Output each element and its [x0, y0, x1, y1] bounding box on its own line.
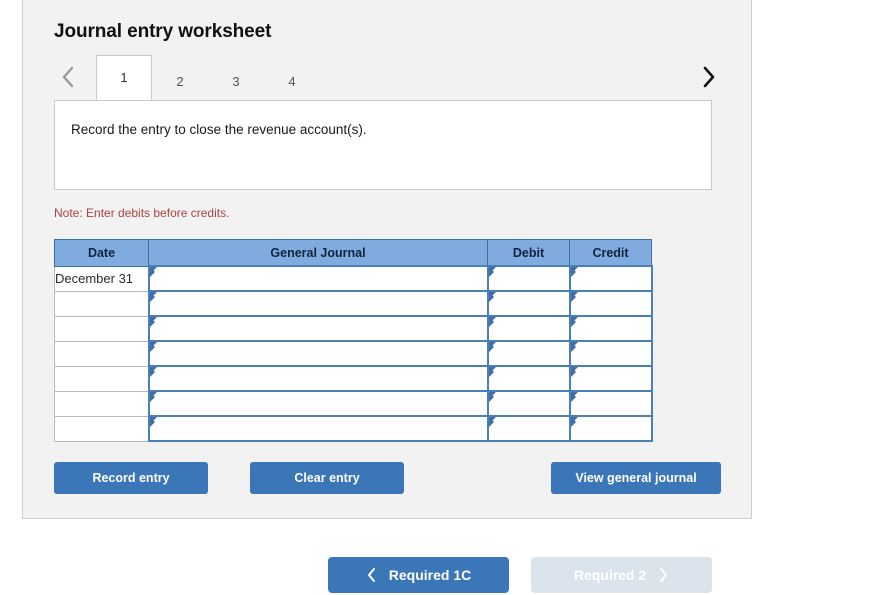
required-2-button[interactable]: Required 2 — [531, 557, 712, 593]
general-journal-input[interactable] — [147, 340, 489, 367]
entry-note: Note: Enter debits before credits. — [54, 206, 230, 220]
column-header-general-journal: General Journal — [148, 239, 488, 267]
dropdown-marker-icon — [570, 392, 578, 402]
worksheet-tab-2-label: 2 — [176, 74, 184, 89]
dropdown-marker-icon — [149, 417, 157, 427]
date-cell[interactable] — [54, 365, 149, 392]
debit-input[interactable] — [486, 265, 571, 292]
date-cell[interactable] — [54, 315, 149, 342]
date-cell[interactable] — [54, 390, 149, 417]
date-cell[interactable] — [54, 290, 149, 317]
tab-next-button[interactable] — [694, 62, 722, 92]
chevron-right-icon — [658, 567, 669, 583]
column-header-date: Date — [54, 239, 149, 267]
table-header-row: Date General Journal Debit Credit — [54, 239, 652, 267]
table-row — [54, 315, 653, 342]
chevron-right-icon — [701, 65, 716, 89]
credit-input[interactable] — [568, 315, 653, 342]
dropdown-marker-icon — [570, 342, 578, 352]
dropdown-marker-icon — [149, 392, 157, 402]
column-header-credit: Credit — [569, 239, 652, 267]
dropdown-marker-icon — [488, 267, 496, 277]
worksheet-tab-1-label: 1 — [120, 70, 128, 85]
dropdown-marker-icon — [488, 342, 496, 352]
required-2-label: Required 2 — [573, 567, 647, 583]
dropdown-marker-icon — [488, 367, 496, 377]
worksheet-tab-3[interactable]: 3 — [208, 62, 264, 100]
chevron-left-icon — [366, 567, 377, 583]
worksheet-tab-1[interactable]: 1 — [96, 55, 152, 100]
debit-input[interactable] — [486, 315, 571, 342]
credit-input[interactable] — [568, 415, 653, 442]
dropdown-marker-icon — [570, 417, 578, 427]
dropdown-marker-icon — [149, 267, 157, 277]
general-journal-input[interactable] — [147, 390, 489, 417]
general-journal-input[interactable] — [147, 290, 489, 317]
dropdown-marker-icon — [570, 292, 578, 302]
table-row — [54, 290, 653, 317]
credit-input[interactable] — [568, 265, 653, 292]
dropdown-marker-icon — [149, 342, 157, 352]
entry-description-box: Record the entry to close the revenue ac… — [54, 100, 712, 190]
credit-input[interactable] — [568, 290, 653, 317]
credit-input[interactable] — [568, 390, 653, 417]
view-general-journal-button[interactable]: View general journal — [551, 462, 721, 494]
table-row — [54, 415, 653, 442]
required-1c-button[interactable]: Required 1C — [328, 557, 509, 593]
dropdown-marker-icon — [149, 367, 157, 377]
table-row: December 31 — [54, 265, 653, 292]
dropdown-marker-icon — [488, 292, 496, 302]
table-row — [54, 365, 653, 392]
credit-input[interactable] — [568, 365, 653, 392]
entry-description-text: Record the entry to close the revenue ac… — [71, 122, 367, 137]
general-journal-input[interactable] — [147, 315, 489, 342]
dropdown-marker-icon — [149, 317, 157, 327]
debit-input[interactable] — [486, 415, 571, 442]
table-row — [54, 340, 653, 367]
general-journal-input[interactable] — [147, 265, 489, 292]
date-cell[interactable] — [54, 340, 149, 367]
worksheet-tab-3-label: 3 — [232, 74, 240, 89]
date-cell[interactable]: December 31 — [54, 265, 149, 292]
worksheet-tab-4-label: 4 — [288, 74, 296, 89]
clear-entry-button[interactable]: Clear entry — [250, 462, 404, 494]
dropdown-marker-icon — [570, 267, 578, 277]
journal-entry-table: Date General Journal Debit Credit Decemb… — [54, 239, 653, 442]
credit-input[interactable] — [568, 340, 653, 367]
worksheet-tab-list: 1 2 3 4 — [96, 55, 320, 100]
dropdown-marker-icon — [570, 367, 578, 377]
date-cell[interactable] — [54, 415, 149, 442]
worksheet-tab-2[interactable]: 2 — [152, 62, 208, 100]
debit-input[interactable] — [486, 365, 571, 392]
debit-input[interactable] — [486, 390, 571, 417]
general-journal-input[interactable] — [147, 365, 489, 392]
general-journal-input[interactable] — [147, 415, 489, 442]
chevron-left-icon — [61, 65, 76, 89]
table-row — [54, 390, 653, 417]
tab-prev-button[interactable] — [54, 62, 82, 92]
debit-input[interactable] — [486, 340, 571, 367]
journal-entry-worksheet-panel: Journal entry worksheet 1 2 3 4 Record t… — [22, 0, 752, 519]
bottom-pager: Required 1C Required 2 — [0, 557, 875, 593]
dropdown-marker-icon — [570, 317, 578, 327]
dropdown-marker-icon — [488, 417, 496, 427]
required-1c-label: Required 1C — [388, 567, 472, 583]
dropdown-marker-icon — [488, 317, 496, 327]
column-header-debit: Debit — [487, 239, 570, 267]
page-title: Journal entry worksheet — [54, 21, 272, 42]
dropdown-marker-icon — [488, 392, 496, 402]
worksheet-tab-4[interactable]: 4 — [264, 62, 320, 100]
debit-input[interactable] — [486, 290, 571, 317]
dropdown-marker-icon — [149, 292, 157, 302]
worksheet-tab-strip: 1 2 3 4 — [54, 55, 722, 100]
record-entry-button[interactable]: Record entry — [54, 462, 208, 494]
